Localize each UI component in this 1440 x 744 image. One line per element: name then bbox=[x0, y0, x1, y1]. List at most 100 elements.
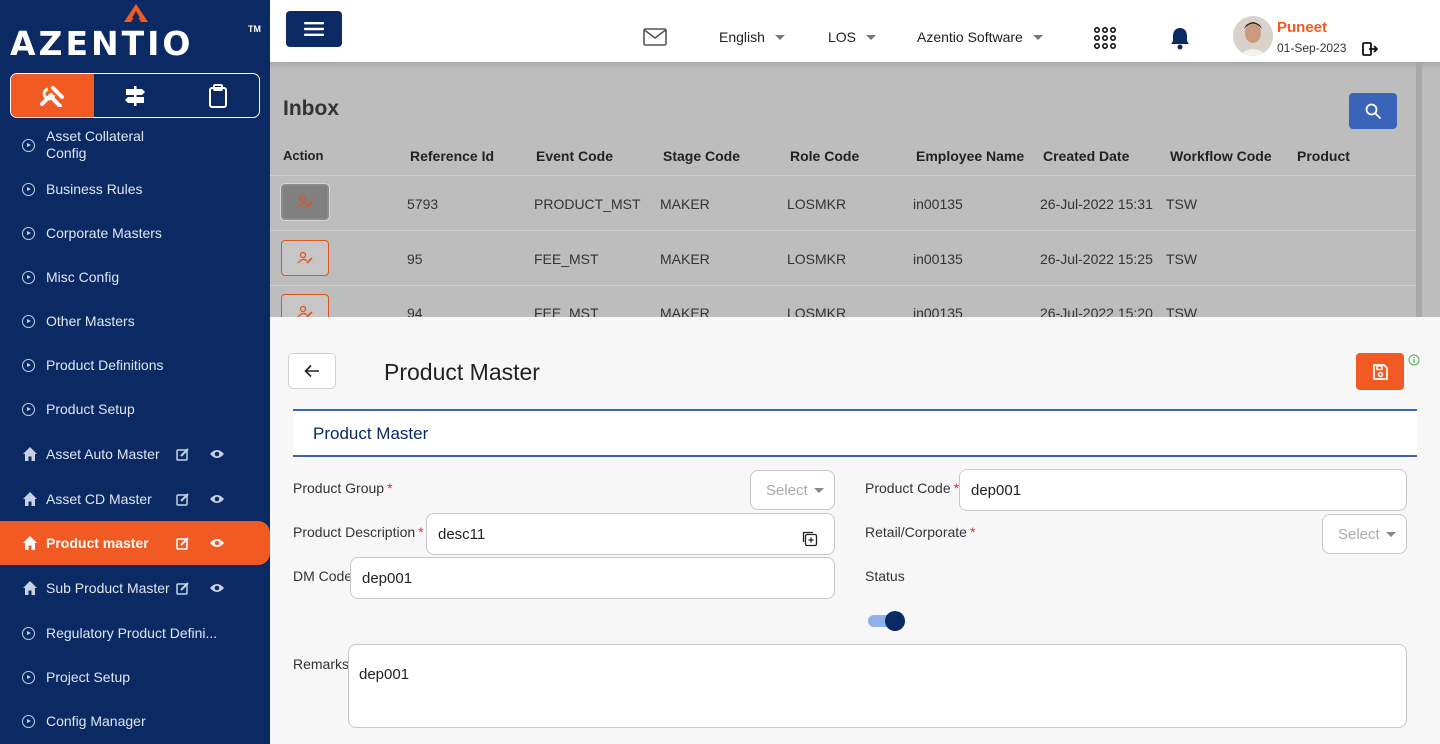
sidebar-item-label: Project Setup bbox=[46, 668, 131, 685]
column-header-product[interactable]: Product bbox=[1297, 148, 1350, 164]
avatar-image bbox=[1233, 16, 1273, 56]
product-master-panel: Product Master Product Master Product Gr… bbox=[270, 317, 1440, 744]
apps-grid-icon[interactable] bbox=[1094, 27, 1116, 49]
company-dropdown[interactable]: Azentio Software bbox=[917, 29, 1043, 45]
cell-role-code: LOSMKR bbox=[787, 196, 847, 212]
chevron-circle-icon bbox=[22, 226, 35, 240]
sidebar-item-product-definitions[interactable]: Product Definitions bbox=[0, 343, 270, 387]
edit-icon[interactable] bbox=[176, 492, 190, 506]
cell-employee: in00135 bbox=[913, 196, 963, 212]
eye-icon[interactable] bbox=[209, 493, 225, 505]
save-button[interactable] bbox=[1356, 353, 1404, 390]
floppy-disk-icon bbox=[1373, 363, 1388, 380]
cell-event-code: PRODUCT_MST bbox=[534, 196, 641, 212]
search-icon bbox=[1365, 103, 1381, 119]
retail-corporate-select[interactable]: Select bbox=[1322, 514, 1407, 554]
sidebar-item-label: Other Masters bbox=[46, 312, 135, 329]
section-header: Product Master bbox=[293, 409, 1417, 457]
hamburger-menu-button[interactable] bbox=[286, 11, 342, 47]
status-label: Status bbox=[865, 568, 905, 584]
sidebar-item-config-manager[interactable]: Config Manager bbox=[0, 699, 270, 743]
remarks-textarea[interactable]: dep001 bbox=[348, 644, 1407, 728]
column-header-created-date[interactable]: Created Date bbox=[1043, 148, 1129, 164]
eye-icon[interactable] bbox=[209, 537, 225, 549]
sidebar-item-sub-product-master[interactable]: Sub Product Master bbox=[0, 565, 270, 611]
sidebar-item-business-rules[interactable]: Business Rules bbox=[0, 167, 270, 211]
edit-icon[interactable] bbox=[176, 581, 190, 595]
sidebar: AZENTIO TM Asset Collateral Config Busin… bbox=[0, 0, 270, 744]
sidebar-item-corporate-masters[interactable]: Corporate Masters bbox=[0, 211, 270, 255]
tab-signpost[interactable] bbox=[94, 74, 177, 117]
tab-tools[interactable] bbox=[11, 74, 94, 117]
product-description-input[interactable]: desc11 bbox=[426, 513, 835, 555]
sidebar-item-label: Asset Collateral Config bbox=[46, 128, 145, 161]
status-toggle[interactable] bbox=[868, 609, 906, 631]
column-header-stage-code[interactable]: Stage Code bbox=[663, 148, 740, 164]
sidebar-item-project-setup[interactable]: Project Setup bbox=[0, 655, 270, 699]
mail-icon[interactable] bbox=[643, 28, 667, 46]
logo-flame-icon bbox=[124, 4, 148, 22]
dm-code-input[interactable]: dep001 bbox=[350, 557, 835, 599]
caret-down-icon bbox=[1032, 34, 1043, 40]
top-header: English LOS Azentio Software Puneet 01-S… bbox=[270, 0, 1440, 62]
product-description-value: desc11 bbox=[438, 526, 486, 543]
user-name: Puneet bbox=[1277, 19, 1328, 36]
product-code-input[interactable]: dep001 bbox=[959, 469, 1407, 511]
back-button[interactable] bbox=[288, 353, 336, 389]
assign-task-button[interactable] bbox=[281, 240, 329, 276]
logout-icon[interactable] bbox=[1362, 42, 1378, 56]
sidebar-item-asset-auto-master[interactable]: Asset Auto Master bbox=[0, 431, 270, 477]
language-dropdown[interactable]: English bbox=[719, 29, 785, 45]
tools-icon bbox=[40, 85, 65, 107]
sidebar-item-product-master[interactable]: Product master bbox=[0, 521, 270, 565]
tab-clipboard[interactable] bbox=[176, 74, 259, 117]
eye-icon[interactable] bbox=[209, 448, 225, 460]
chevron-circle-icon bbox=[22, 270, 35, 284]
required-marker: * bbox=[969, 524, 976, 540]
chevron-circle-icon bbox=[22, 670, 35, 684]
page-title: Product Master bbox=[384, 359, 540, 385]
edit-icon[interactable] bbox=[176, 536, 190, 550]
sidebar-item-asset-cd-master[interactable]: Asset CD Master bbox=[0, 477, 270, 521]
assign-task-button[interactable] bbox=[281, 184, 329, 220]
column-header-workflow-code[interactable]: Workflow Code bbox=[1170, 148, 1272, 164]
product-group-label: Product Group * bbox=[293, 480, 393, 496]
product-description-label: Product Description * bbox=[293, 524, 424, 540]
sidebar-item-asset-collateral-config[interactable]: Asset Collateral Config bbox=[0, 123, 270, 167]
column-header-event-code[interactable]: Event Code bbox=[536, 148, 613, 164]
cell-event-code: FEE_MST bbox=[534, 305, 599, 317]
home-icon bbox=[23, 536, 37, 550]
chevron-circle-icon bbox=[22, 182, 35, 196]
edit-icon[interactable] bbox=[176, 447, 190, 461]
chevron-circle-icon bbox=[22, 314, 35, 328]
module-dropdown[interactable]: LOS bbox=[828, 29, 877, 45]
chevron-circle-icon bbox=[22, 358, 35, 372]
info-icon[interactable] bbox=[1408, 354, 1420, 366]
user-avatar[interactable] bbox=[1233, 16, 1273, 56]
cell-stage-code: MAKER bbox=[660, 305, 710, 317]
chevron-down-circle-icon bbox=[22, 402, 35, 416]
sidebar-item-other-masters[interactable]: Other Masters bbox=[0, 299, 270, 343]
sidebar-item-misc-config[interactable]: Misc Config bbox=[0, 255, 270, 299]
retail-corporate-label: Retail/Corporate * bbox=[865, 524, 976, 540]
sidebar-item-product-setup[interactable]: Product Setup bbox=[0, 387, 270, 431]
inbox-search-button[interactable] bbox=[1349, 93, 1397, 129]
add-copy-icon[interactable] bbox=[802, 531, 818, 547]
product-group-select[interactable]: Select bbox=[750, 470, 835, 510]
sidebar-item-regulatory-product-definitions[interactable]: Regulatory Product Defini... bbox=[0, 611, 270, 655]
hamburger-icon bbox=[304, 22, 324, 36]
assign-task-button[interactable] bbox=[281, 294, 329, 317]
inbox-scrollbar[interactable] bbox=[1416, 62, 1422, 317]
eye-icon[interactable] bbox=[209, 582, 225, 594]
home-icon bbox=[23, 581, 37, 595]
current-date: 01-Sep-2023 bbox=[1277, 41, 1347, 55]
column-header-role-code[interactable]: Role Code bbox=[790, 148, 859, 164]
arrow-left-icon bbox=[304, 364, 319, 378]
caret-down-icon bbox=[774, 34, 785, 40]
column-header-employee-name[interactable]: Employee Name bbox=[916, 148, 1024, 164]
column-header-reference-id[interactable]: Reference Id bbox=[410, 148, 494, 164]
cell-stage-code: MAKER bbox=[660, 196, 710, 212]
mode-tabs bbox=[10, 73, 260, 118]
home-icon bbox=[23, 447, 37, 461]
bell-icon[interactable] bbox=[1169, 26, 1191, 50]
